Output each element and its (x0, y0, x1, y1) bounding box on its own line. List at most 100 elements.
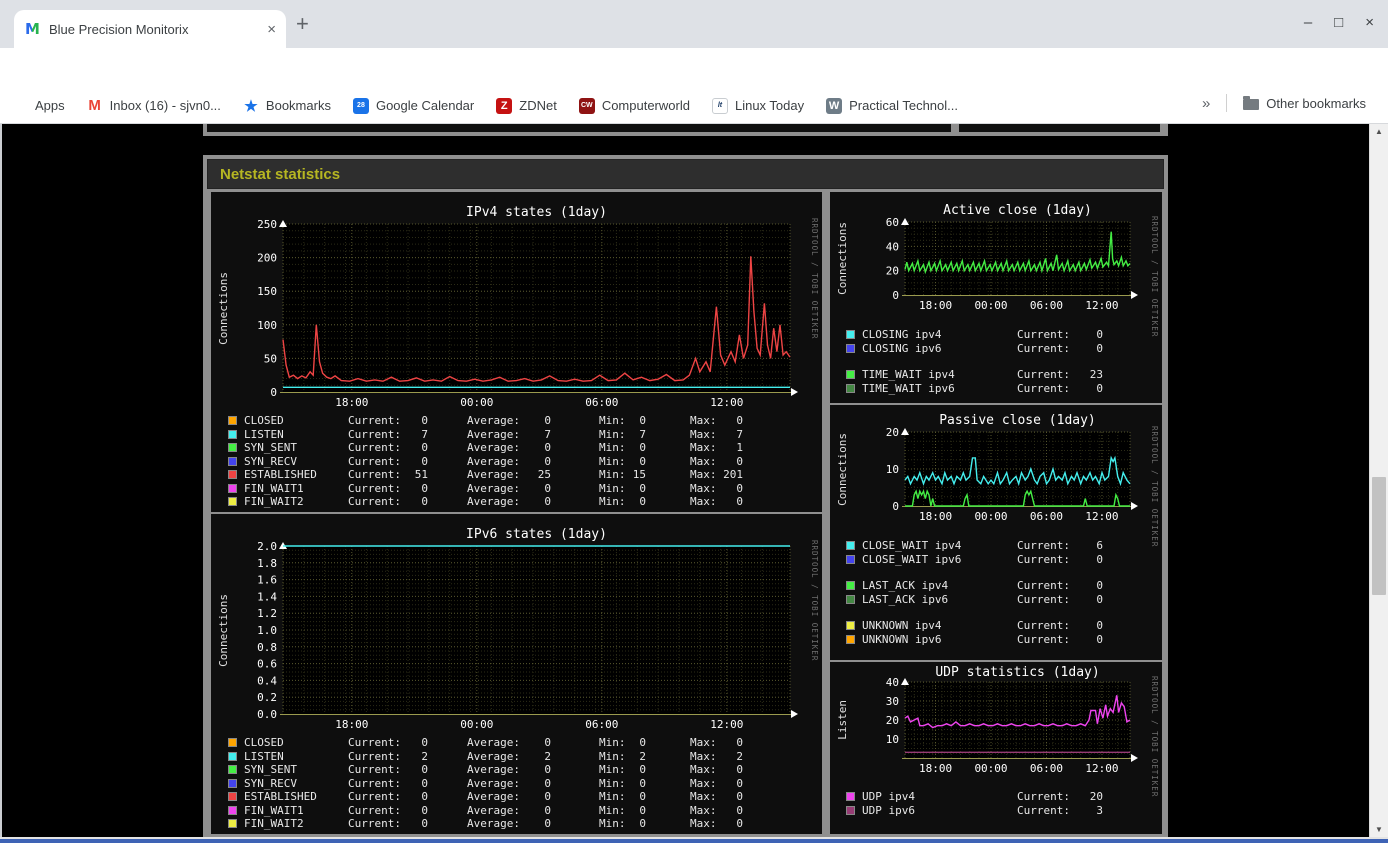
minimize-button[interactable]: – (1304, 14, 1312, 31)
svg-text:18:00: 18:00 (335, 718, 368, 731)
bookmark-item-gmail[interactable]: M Inbox (16) - sjvn0... (87, 97, 221, 114)
bookmark-item-star[interactable]: ★ Bookmarks (243, 98, 331, 115)
legend-row-closing-ipv4: CLOSING ipv4 Current: 0 (846, 328, 1178, 342)
svg-text:250: 250 (257, 218, 277, 231)
monitorix-favicon: M M (25, 21, 40, 37)
passive-close-title: Passive close (1day) (939, 413, 1096, 428)
legend-row-udp-ipv4: UDP ipv4 Current: 20 (846, 790, 1178, 804)
ipv6-states-legend: CLOSED Current: 0 Average: 0 Min: 0 Max: 0 LISTEN… (211, 736, 839, 831)
passive-close-legend: CLOSE_WAIT ipv4 Current: 6 CLOSE_WAIT ipv6 C… (830, 539, 1178, 646)
bookmark-item-calendar[interactable]: 28 Google Calendar (352, 97, 475, 114)
legend-name: CLOSING ipv6 (862, 341, 942, 355)
legend-name: SYN_RECV (244, 454, 297, 468)
bookmark-item-cw[interactable]: CW Computerworld (578, 97, 690, 114)
legend-swatch (846, 621, 855, 630)
legend-swatch (228, 765, 237, 774)
legend-row-syn_recv: SYN_RECV Current: 0 Average: 0 Min: 0 Max: 0 (228, 455, 839, 469)
legend-swatch (846, 634, 855, 644)
legend-name: TIME_WAIT ipv4 (862, 368, 955, 381)
legend-name: CLOSED (244, 736, 284, 749)
legend-current-value: 0 (1096, 592, 1103, 606)
udp-statistics-chart: 18:00 00:00 06:00 12:00 10 20 30 40 UDP statisti… (886, 665, 1138, 774)
legend-current-value: 0 (1096, 552, 1103, 566)
legend-name: SYN_RECV (244, 776, 297, 790)
svg-text:00:00: 00:00 (974, 762, 1007, 774)
legend-current-label: Current: (1017, 381, 1070, 395)
svg-text:10: 10 (886, 733, 899, 746)
legend-swatch (228, 483, 237, 493)
legend-name: FIN_WAIT1 (244, 481, 304, 495)
legend-row-fin_wait1: FIN_WAIT1 Current: 0 Average: 0 Min: 0 Max: 0 (228, 804, 839, 818)
legend-name: CLOSE_WAIT ipv4 (862, 539, 962, 552)
scrollbar-down-arrow[interactable]: ▼ (1370, 822, 1388, 837)
svg-text:40: 40 (886, 240, 899, 253)
svg-text:06:00: 06:00 (1030, 762, 1063, 774)
legend-row-fin_wait2: FIN_WAIT2 Current: 0 Average: 0 Min: 0 Max: 0 (228, 817, 839, 831)
legend-swatch (228, 738, 237, 747)
legend-row-fin_wait2: FIN_WAIT2 Current: 0 Average: 0 Min: 0 Max: 0 (228, 495, 839, 509)
bookmark-label: Practical Technol... (849, 98, 958, 113)
legend-name: UDP ipv4 (862, 790, 915, 803)
netstat-section: Netstat statistics 18:00 00:00 06:00 12:00 0… (203, 155, 1168, 837)
bookmark-item-linuxtoday[interactable]: lt Linux Today (711, 97, 804, 114)
passive-close-chart: 18:00 00:00 06:00 12:00 0 10 20 Passive close (… (886, 413, 1138, 523)
bookmark-label: Google Calendar (375, 98, 475, 113)
legend-swatch (228, 416, 237, 425)
svg-text:10: 10 (886, 463, 899, 476)
legend-current-label: Current: (1017, 803, 1070, 817)
legend-swatch (228, 778, 237, 788)
svg-text:100: 100 (257, 319, 277, 332)
apps-grid-icon (14, 99, 28, 113)
svg-text:2.0: 2.0 (257, 540, 277, 553)
other-bookmarks-button[interactable]: Other bookmarks (1243, 96, 1366, 111)
bookmarks-divider (1226, 94, 1228, 112)
bookmark-item-zdnet[interactable]: Z ZDNet (496, 97, 557, 114)
legend-current-value: 0 (1096, 619, 1103, 632)
udp-statistics-panel: 18:00 00:00 06:00 12:00 10 20 30 40 UDP statisti… (830, 662, 1162, 834)
legend-name: CLOSE_WAIT ipv6 (862, 552, 962, 566)
bookmark-item-wordpress[interactable]: W Practical Technol... (826, 97, 958, 114)
scrollbar-up-arrow[interactable]: ▲ (1370, 124, 1388, 139)
wordpress-icon: W (826, 97, 843, 114)
svg-text:1.4: 1.4 (257, 590, 277, 603)
browser-titlebar: M M Blue Precision Monitorix × + – □ × (0, 0, 1388, 48)
other-bookmarks-label: Other bookmarks (1266, 95, 1366, 111)
legend-row-udp-ipv6: UDP ipv6 Current: 3 (846, 804, 1178, 818)
legend-swatch (228, 470, 237, 479)
browser-tab[interactable]: M M Blue Precision Monitorix × (14, 10, 286, 48)
legend-current-value: 6 (1096, 539, 1103, 552)
vertical-scrollbar[interactable]: ▲ ▼ (1369, 124, 1388, 837)
svg-text:18:00: 18:00 (919, 510, 952, 523)
bookmark-item-apps-grid[interactable]: Apps (14, 98, 65, 113)
legend-row-closed: CLOSED Current: 0 Average: 0 Min: 0 Max: 0 (228, 414, 839, 428)
new-tab-button[interactable]: + (296, 13, 309, 35)
svg-text:06:00: 06:00 (585, 396, 618, 409)
svg-text:150: 150 (257, 285, 277, 298)
svg-text:12:00: 12:00 (1085, 762, 1118, 774)
tab-close-icon[interactable]: × (267, 22, 276, 37)
rrdtool-side-label: RRDTOOL / TOBI OETIKER (1150, 426, 1159, 548)
legend-swatch (228, 792, 237, 801)
legend-name: FIN_WAIT2 (244, 495, 304, 508)
svg-text:0.0: 0.0 (257, 708, 277, 721)
maximize-button[interactable]: □ (1334, 14, 1343, 31)
legend-current-label: Current: (1017, 790, 1070, 803)
window-close-button[interactable]: × (1365, 14, 1374, 31)
legend-group: CLOSE_WAIT ipv4 Current: 6 CLOSE_WAIT ipv6 C… (846, 539, 1178, 566)
legend-row-syn_sent: SYN_SENT Current: 0 Average: 0 Min: 0 Max: 0 (228, 763, 839, 777)
svg-text:20: 20 (886, 265, 899, 278)
udp-statistics-legend: UDP ipv4 Current: 20 UDP ipv6 Current: 3 (830, 790, 1178, 817)
svg-text:0.8: 0.8 (257, 641, 277, 654)
legend-current-value: 0 (1096, 579, 1103, 592)
bookmarks-bar-right: » Other bookmarks (1202, 94, 1366, 112)
active-close-legend: CLOSING ipv4 Current: 0 CLOSING ipv6 Current… (830, 328, 1178, 395)
scrollbar-thumb[interactable] (1372, 477, 1386, 595)
window-left-border (0, 124, 2, 837)
legend-swatch (846, 330, 855, 339)
legend-row-last-ack-ipv4: LAST_ACK ipv4 Current: 0 (846, 579, 1178, 593)
bookmarks-overflow-chevron[interactable]: » (1202, 95, 1210, 112)
legend-name: UNKNOWN ipv4 (862, 619, 942, 632)
legend-current-label: Current: (1017, 619, 1070, 632)
legend-swatch (846, 370, 855, 379)
legend-name: LAST_ACK ipv6 (862, 592, 949, 606)
